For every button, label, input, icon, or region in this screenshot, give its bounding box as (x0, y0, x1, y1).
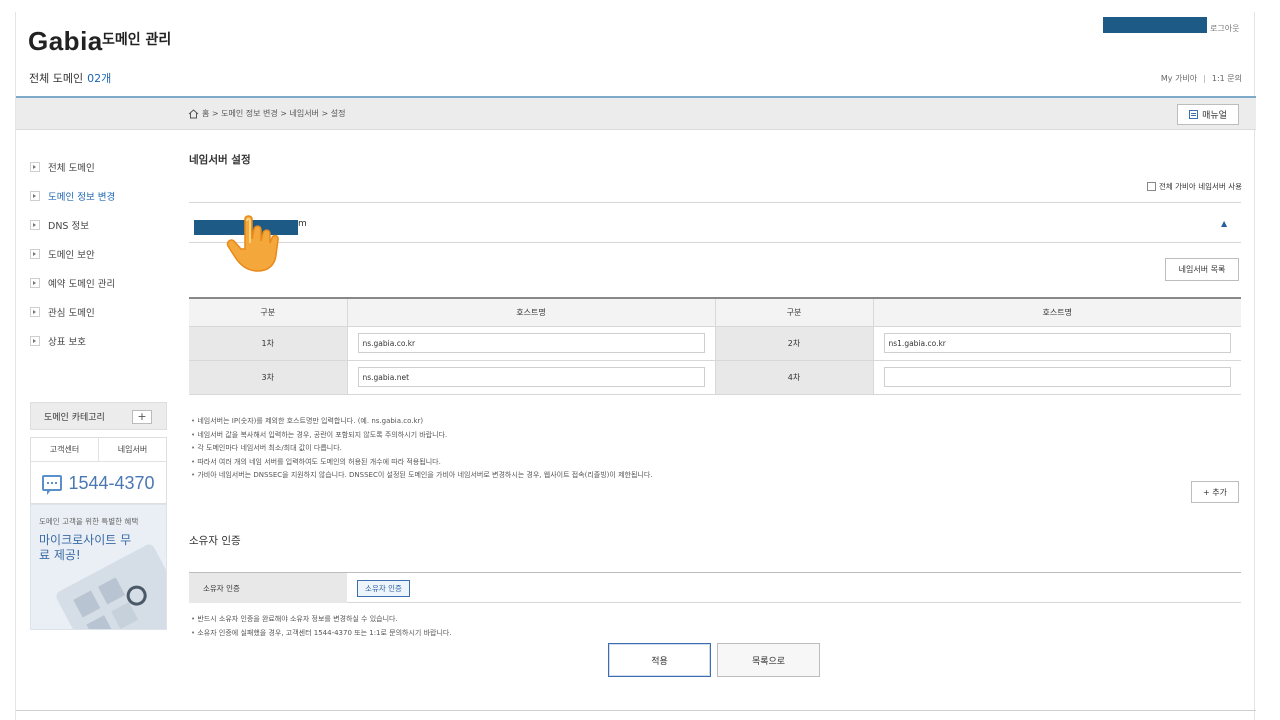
sidebar-item-label: 상표 보호 (48, 336, 86, 348)
phone-number: 1544-4370 (68, 472, 155, 493)
gabia-logo[interactable]: Gabia (28, 26, 103, 57)
my-gabia-link[interactable]: My 가비아 (1161, 74, 1197, 83)
chevron-right-icon (30, 277, 40, 288)
logout-link[interactable]: 로그아웃 (1210, 23, 1239, 34)
total-domains: 전체 도메인 02개 (29, 70, 111, 86)
chevron-right-icon (30, 248, 40, 259)
home-icon[interactable] (188, 108, 199, 119)
column-header: 구분 (715, 298, 874, 327)
owner-auth-row: 소유자 인증 소유자 인증 (189, 572, 1241, 603)
apply-button[interactable]: 적용 (608, 643, 711, 677)
column-header: 구분 (189, 298, 348, 327)
breadcrumb: 홈 > 도메인 정보 변경 > 네임서버 > 설정 (188, 108, 346, 119)
utility-links: My 가비아 | 1:1 문의 (1161, 73, 1242, 84)
nameserver-1-input[interactable] (357, 333, 705, 353)
nameserver-3-input[interactable] (357, 367, 705, 387)
util-separator: | (1203, 74, 1206, 83)
chevron-right-icon (30, 161, 40, 172)
help-tabs: 고객센터 네임서버 (31, 438, 166, 462)
nameserver-notes: 네임서버는 IP(숫자)를 제외한 호스트명만 입력합니다. (예. ns.ga… (191, 415, 653, 483)
owner-notes: 반드시 소유자 인증을 완료해야 소유자 정보를 변경하실 수 있습니다. 소유… (191, 612, 452, 640)
note-item: 소유자 인증에 실패했을 경우, 고객센터 1544-4370 또는 1:1로 … (191, 626, 451, 640)
promo-caption: 도메인 고객을 위한 특별한 혜택 (39, 517, 139, 526)
nameserver-2-input[interactable] (883, 333, 1231, 353)
sidebar-item-domain-info-change[interactable]: 도메인 정보 변경 (30, 181, 180, 210)
domain-category-label: 도메인 카테고리 (44, 412, 105, 423)
sidebar-item-reserved-domains[interactable]: 예약 도메인 관리 (30, 268, 180, 297)
sidebar-item-label: 도메인 보안 (48, 249, 95, 261)
note-item: 반드시 소유자 인증을 완료해야 소유자 정보를 변경하실 수 있습니다. (191, 612, 452, 626)
domain-name-tail: m (298, 219, 307, 229)
ns-order-label: 3차 (189, 360, 348, 395)
sidebar-item-label: 도메인 정보 변경 (48, 191, 116, 203)
sidebar-item-domain-security[interactable]: 도메인 보안 (30, 239, 180, 268)
back-to-list-button[interactable]: 목록으로 (717, 643, 820, 677)
hand-pointer-cursor-icon (226, 215, 279, 272)
sidebar-item-label: DNS 정보 (48, 220, 89, 232)
chat-icon (42, 475, 63, 495)
footer-divider (16, 710, 1256, 711)
ns-order-label: 4차 (715, 360, 874, 395)
note-item: 네임서버 값을 복사해서 입력하는 경우, 공란이 포함되지 않도록 주의하시기… (191, 429, 653, 443)
nameserver-list-button[interactable]: 네임서버 목록 (1165, 258, 1239, 281)
breadcrumb-band: 홈 > 도메인 정보 변경 > 네임서버 > 설정 매뉴얼 (16, 98, 1256, 130)
main-frame: Gabia 도메인 관리 전체 도메인 02개 로그아웃 My 가비아 | 1:1 문… (15, 12, 1256, 720)
section-divider (189, 242, 1241, 243)
manual-button[interactable]: 매뉴얼 (1177, 104, 1239, 125)
sidebar-item-dns-info[interactable]: DNS 정보 (30, 210, 180, 239)
note-item: 각 도메인마다 네임서버 최소/최대 값이 다릅니다. (191, 442, 653, 456)
note-item: 따라서 여러 개의 네임 서버를 입력하여도 도메인의 허용된 개수에 따라 적… (191, 456, 653, 470)
table-row: 1차 2차 (189, 326, 1241, 361)
tab-nameserver[interactable]: 네임서버 (98, 438, 166, 461)
nameserver-table: 구분 호스트명 구분 호스트명 1차 2차 3차 4차 (189, 297, 1241, 395)
domain-category-box: 도메인 카테고리 + (30, 402, 167, 430)
help-phone: 1544-4370 (31, 462, 166, 504)
breadcrumb-text: 홈 > 도메인 정보 변경 > 네임서버 > 설정 (202, 109, 346, 118)
redacted-user-name (1103, 17, 1207, 33)
use-all-gabia-ns-label: 전체 가비아 네임서버 사용 (1158, 182, 1242, 191)
sidebar-item-trademark[interactable]: 상표 보호 (30, 326, 180, 355)
owner-auth-title: 소유자 인증 (189, 535, 241, 547)
note-item: 네임서버는 IP(숫자)를 제외한 호스트명만 입력합니다. (예. ns.ga… (191, 415, 653, 429)
manual-icon (1189, 110, 1199, 119)
owner-auth-label: 소유자 인증 (189, 573, 347, 603)
sidebar-nav: 전체 도메인 도메인 정보 변경 DNS 정보 도메인 보안 예약 도메인 관리… (30, 152, 180, 355)
collapse-triangle-icon[interactable]: ▲ (1221, 219, 1227, 228)
note-item: 가비아 네임서버는 DNSSEC을 지원하지 않습니다. DNSSEC이 설정된… (191, 469, 652, 483)
manual-label: 매뉴얼 (1202, 111, 1227, 121)
sidebar-item-label: 관심 도메인 (48, 307, 95, 319)
help-box: 고객센터 네임서버 1544-4370 (30, 437, 167, 504)
chevron-right-icon (30, 335, 40, 346)
total-count: 02개 (87, 72, 112, 85)
table-row: 3차 4차 (189, 360, 1241, 395)
ns-order-label: 1차 (189, 326, 348, 361)
page-title: 네임서버 설정 (189, 154, 251, 166)
tab-customer-center[interactable]: 고객센터 (31, 438, 98, 461)
table-header-row: 구분 호스트명 구분 호스트명 (189, 298, 1241, 327)
ns-order-label: 2차 (715, 326, 874, 361)
owner-auth-button[interactable]: 소유자 인증 (357, 580, 410, 597)
column-header: 호스트명 (347, 298, 716, 327)
page: Gabia 도메인 관리 전체 도메인 02개 로그아웃 My 가비아 | 1:1 문… (0, 0, 1280, 720)
column-header: 호스트명 (873, 298, 1241, 327)
microsite-promo-banner[interactable]: 도메인 고객을 위한 특별한 혜택 마이크로사이트 무료 제공! (30, 504, 167, 630)
chevron-right-icon (30, 190, 40, 201)
section-divider (189, 202, 1241, 203)
sidebar-item-label: 전체 도메인 (48, 162, 95, 174)
nameserver-4-input[interactable] (883, 367, 1231, 387)
total-label: 전체 도메인 (29, 72, 84, 85)
use-all-gabia-ns-checkbox[interactable] (1146, 182, 1156, 191)
sidebar-item-label: 예약 도메인 관리 (48, 278, 116, 290)
logo-subtitle: 도메인 관리 (102, 32, 172, 48)
chevron-right-icon (30, 219, 40, 230)
add-nameserver-button[interactable]: + 추가 (1191, 481, 1239, 503)
add-category-button[interactable]: + (132, 410, 152, 424)
use-all-gabia-ns[interactable]: 전체 가비아 네임서버 사용 (1146, 181, 1242, 192)
inquiry-link[interactable]: 1:1 문의 (1212, 74, 1242, 83)
sidebar-item-all-domains[interactable]: 전체 도메인 (30, 152, 180, 181)
sidebar-item-watched-domains[interactable]: 관심 도메인 (30, 297, 180, 326)
chevron-right-icon (30, 306, 40, 317)
